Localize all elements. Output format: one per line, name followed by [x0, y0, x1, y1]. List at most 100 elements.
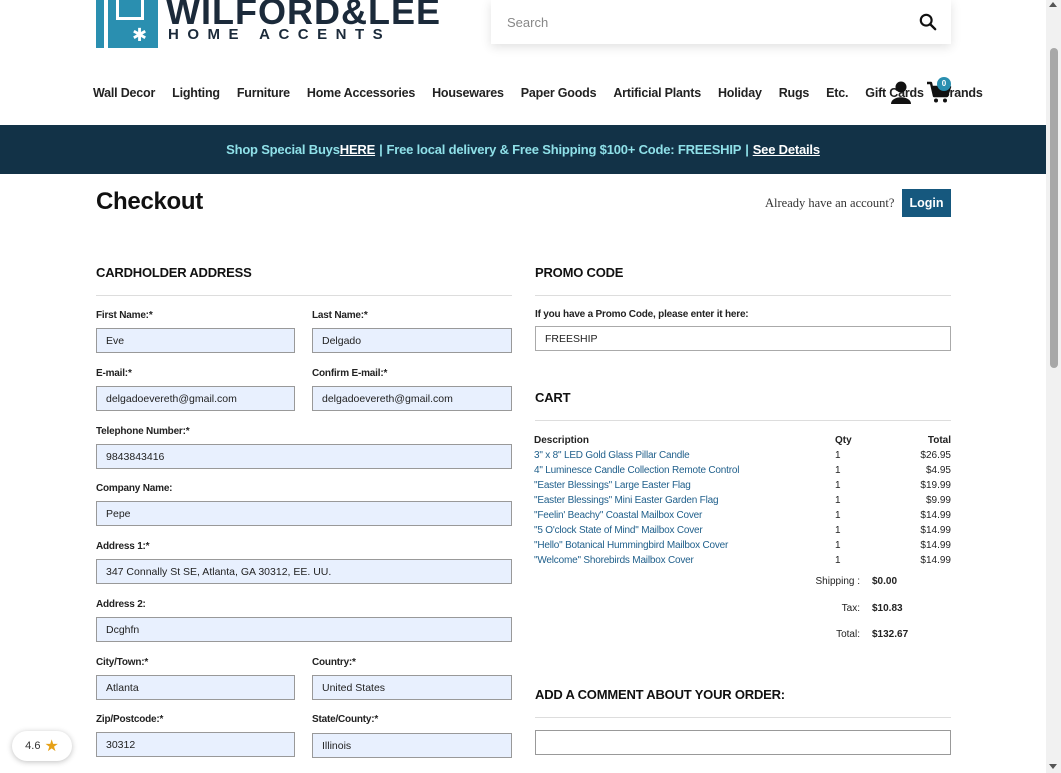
nav-item-home-accessories[interactable]: Home Accessories	[307, 86, 415, 100]
state-select[interactable]	[312, 733, 512, 758]
brand-logo[interactable]: ✱ WILFORD&LEE HOME ACCENTS	[96, 0, 440, 50]
cart-item-total: $14.99	[920, 540, 951, 551]
state-label: State/County:*	[312, 714, 379, 725]
cart-item-qty: 1	[835, 450, 841, 461]
email-label: E-mail:*	[96, 368, 132, 379]
email-field[interactable]	[96, 386, 295, 411]
promo-prompt: If you have a Promo Code, please enter i…	[535, 309, 749, 320]
shipping-label: Shipping :	[815, 576, 860, 587]
nav-item-wall-decor[interactable]: Wall Decor	[93, 86, 155, 100]
promo-code-field[interactable]	[535, 326, 951, 351]
tax-value: $10.83	[872, 603, 903, 614]
nav-item-paper-goods[interactable]: Paper Goods	[521, 86, 597, 100]
section-divider	[535, 717, 951, 718]
star-icon: ★	[44, 738, 59, 755]
cart-item-link[interactable]: "Welcome" Shorebirds Mailbox Cover	[534, 555, 694, 566]
rating-widget[interactable]: 4.6 ★	[12, 731, 72, 761]
cart-item-row: 4" Luminesce Candle Collection Remote Co…	[534, 465, 951, 480]
company-label: Company Name:	[96, 483, 173, 494]
search-box	[491, 0, 951, 44]
cart-item-link[interactable]: "Easter Blessings" Large Easter Flag	[534, 480, 691, 491]
section-divider	[96, 295, 512, 296]
user-account-icon[interactable]	[890, 80, 912, 104]
cart-item-qty: 1	[835, 540, 841, 551]
nav-item-holiday[interactable]: Holiday	[718, 86, 762, 100]
telephone-field[interactable]	[96, 444, 512, 469]
cart-item-link[interactable]: "Feelin' Beachy" Coastal Mailbox Cover	[534, 510, 702, 521]
cart-item-row: "Easter Blessings" Mini Easter Garden Fl…	[534, 495, 951, 510]
promo-banner: Shop Special Buys HERE | Free local deli…	[0, 125, 1046, 174]
address1-field[interactable]	[96, 559, 512, 584]
nav-item-rugs[interactable]: Rugs	[779, 86, 810, 100]
cart-col-qty: Qty	[835, 435, 852, 446]
cart-heading: CART	[535, 390, 571, 405]
confirm-email-field[interactable]	[312, 386, 512, 411]
brand-tagline: HOME ACCENTS	[168, 26, 392, 43]
cart-item-total: $4.95	[925, 465, 951, 476]
cart-item-qty: 1	[835, 495, 841, 506]
scroll-down-arrow-icon[interactable]	[1049, 764, 1057, 769]
address1-label: Address 1:*	[96, 541, 150, 552]
cart-item-qty: 1	[835, 465, 841, 476]
cart-item-qty: 1	[835, 525, 841, 536]
shipping-value: $0.00	[872, 576, 898, 587]
scroll-up-arrow-icon[interactable]	[1049, 2, 1057, 7]
country-select[interactable]	[312, 675, 512, 700]
login-button[interactable]: Login	[902, 189, 951, 217]
zip-field[interactable]	[96, 732, 295, 757]
page-scrollbar[interactable]	[1046, 0, 1061, 773]
cart-item-total: $19.99	[920, 480, 951, 491]
cart-item-row: "Easter Blessings" Large Easter Flag 1 $…	[534, 480, 951, 495]
cart-count-badge: 0	[937, 77, 951, 91]
banner-link-see-details[interactable]: See Details	[753, 142, 820, 157]
company-field[interactable]	[96, 501, 512, 526]
cart-item-total: $26.95	[920, 450, 951, 461]
nav-item-artificial-plants[interactable]: Artificial Plants	[613, 86, 701, 100]
cart-item-link[interactable]: "Hello" Botanical Hummingbird Mailbox Co…	[534, 540, 728, 551]
cart-item-qty: 1	[835, 555, 841, 566]
confirm-email-label: Confirm E-mail:*	[312, 368, 388, 379]
order-comment-field[interactable]	[535, 730, 951, 755]
banner-link-here[interactable]: HERE	[340, 142, 376, 157]
section-divider	[535, 420, 951, 421]
nav-item-lighting[interactable]: Lighting	[172, 86, 220, 100]
first-name-field[interactable]	[96, 328, 295, 353]
cart-item-row: "Welcome" Shorebirds Mailbox Cover 1 $14…	[534, 555, 951, 570]
main-nav: Wall Decor Lighting Furniture Home Acces…	[93, 84, 1000, 102]
cart-item-total: $14.99	[920, 555, 951, 566]
rating-score: 4.6	[25, 740, 41, 752]
cardholder-heading: CARDHOLDER ADDRESS	[96, 265, 252, 280]
cart-col-total: Total	[927, 435, 951, 446]
comment-heading: ADD A COMMENT ABOUT YOUR ORDER:	[535, 687, 785, 702]
cart-item-link[interactable]: "Easter Blessings" Mini Easter Garden Fl…	[534, 495, 719, 506]
nav-item-housewares[interactable]: Housewares	[432, 86, 504, 100]
nav-item-etc[interactable]: Etc.	[826, 86, 848, 100]
cart-item-link[interactable]: 4" Luminesce Candle Collection Remote Co…	[534, 465, 739, 476]
city-label: City/Town:*	[96, 657, 149, 668]
cart-item-qty: 1	[835, 510, 841, 521]
country-label: Country:*	[312, 657, 356, 668]
search-input[interactable]	[491, 0, 911, 44]
cart-col-description: Description	[534, 435, 590, 446]
last-name-field[interactable]	[312, 328, 512, 353]
section-divider	[535, 295, 951, 296]
cart-item-row: 3" x 8" LED Gold Glass Pillar Candle 1 $…	[534, 450, 951, 465]
cart-item-link[interactable]: 3" x 8" LED Gold Glass Pillar Candle	[534, 450, 690, 461]
address2-field[interactable]	[96, 617, 512, 642]
scrollbar-thumb[interactable]	[1050, 48, 1058, 368]
zip-label: Zip/Postcode:*	[96, 714, 164, 725]
city-field[interactable]	[96, 675, 295, 700]
address2-label: Address 2:	[96, 599, 146, 610]
cart-item-total: $14.99	[920, 525, 951, 536]
banner-separator-2: |	[745, 142, 749, 157]
cart-item-row: "5 O'clock State of Mind" Mailbox Cover …	[534, 525, 951, 540]
cart-item-row: "Hello" Botanical Hummingbird Mailbox Co…	[534, 540, 951, 555]
banner-text-2: Free local delivery & Free Shipping $100…	[386, 142, 742, 157]
telephone-label: Telephone Number:*	[96, 426, 190, 437]
page-title: Checkout	[96, 188, 203, 215]
nav-item-furniture[interactable]: Furniture	[237, 86, 290, 100]
tax-label: Tax:	[841, 603, 860, 614]
search-icon[interactable]	[919, 13, 937, 31]
cart-item-link[interactable]: "5 O'clock State of Mind" Mailbox Cover	[534, 525, 703, 536]
banner-separator: |	[379, 142, 383, 157]
